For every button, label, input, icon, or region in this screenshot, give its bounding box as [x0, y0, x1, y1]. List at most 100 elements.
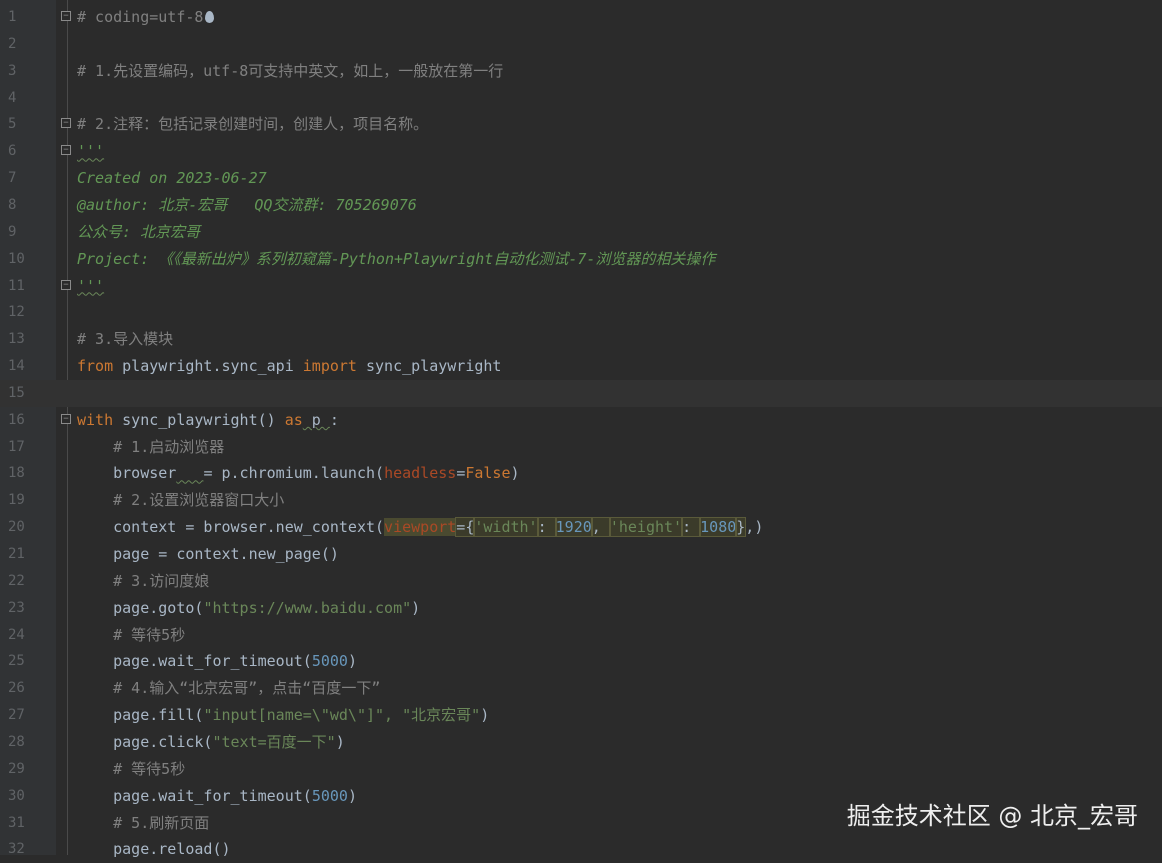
- code-token: # 1.启动浏览器: [77, 437, 225, 456]
- code-text: page.fill("input[name=\"wd\"]", "北京宏哥"): [77, 702, 489, 729]
- code-token: Project: 《《最新出炉》系列初窥篇-Python+Playwright自…: [77, 249, 716, 268]
- code-token: :: [329, 410, 339, 429]
- watermark: 掘金技术社区 @ 北京_宏哥: [846, 802, 1138, 830]
- code-line[interactable]: 4: [0, 85, 1162, 112]
- code-line[interactable]: 2: [0, 31, 1162, 58]
- code-text: # 1.启动浏览器: [77, 434, 224, 461]
- code-token: 5000: [311, 652, 348, 671]
- code-line[interactable]: 11 − ''': [0, 273, 1162, 300]
- line-number: 18: [8, 465, 25, 482]
- code-token: # 2.设置浏览器窗口大小: [77, 491, 285, 510]
- line-number: 25: [8, 653, 25, 670]
- code-text: # 5.刷新页面: [77, 810, 209, 837]
- code-token: ): [335, 732, 345, 751]
- code-token: 'height': [608, 517, 684, 538]
- code-line[interactable]: 6 − ''': [0, 138, 1162, 165]
- code-editor[interactable]: 1− # coding=utf-8 2 3 # 1.先设置编码，utf-8可支持中英文，…: [0, 0, 1162, 858]
- code-token: ): [510, 464, 520, 483]
- code-token: page = context.new_page(): [77, 545, 339, 563]
- code-token: page.wait_for_timeout(: [77, 652, 312, 671]
- code-line[interactable]: 7 Created on 2023-06-27: [0, 165, 1162, 192]
- code-token: viewport: [384, 518, 457, 537]
- code-line[interactable]: 8 @author: 北京-宏哥 QQ交流群: 705269076: [0, 192, 1162, 219]
- code-text: 公众号: 北京宏哥: [77, 219, 200, 246]
- code-text: page.reload(): [77, 836, 230, 863]
- code-text: @author: 北京-宏哥 QQ交流群: 705269076: [77, 192, 417, 219]
- code-token: 1920: [554, 517, 593, 538]
- code-token: ): [347, 652, 357, 671]
- line-number: 24: [8, 626, 25, 643]
- code-token: # coding=utf-8: [77, 8, 204, 26]
- code-line[interactable]: 26 # 4.输入“北京宏哥”，点击“百度一下”: [0, 675, 1162, 702]
- code-line[interactable]: 28 page.click("text=百度一下"): [0, 729, 1162, 756]
- code-line[interactable]: 3 # 1.先设置编码，utf-8可支持中英文，如上，一般放在第一行: [0, 58, 1162, 85]
- code-token: }: [735, 517, 747, 538]
- code-token: Created on 2023-06-27: [77, 169, 267, 188]
- code-text: # 2.注释：包括记录创建时间，创建人，项目名称。: [77, 111, 428, 138]
- code-line[interactable]: 32 page.reload(): [0, 836, 1162, 863]
- line-number: 14: [8, 358, 25, 375]
- code-token: # 等待5秒: [77, 625, 186, 644]
- fold-toggle-icon[interactable]: −: [61, 145, 71, 156]
- code-text: # 3.访问度娘: [77, 568, 209, 595]
- line-number: 27: [8, 707, 25, 724]
- code-line[interactable]: 24 # 等待5秒: [0, 622, 1162, 649]
- code-line[interactable]: 27 page.fill("input[name=\"wd\"]", "北京宏哥…: [0, 702, 1162, 729]
- code-text: Project: 《《最新出炉》系列初窥篇-Python+Playwright自…: [77, 246, 715, 273]
- code-token: page.wait_for_timeout(: [77, 786, 312, 805]
- code-text: page = context.new_page(): [77, 541, 339, 568]
- intention-bulb-icon[interactable]: [205, 11, 215, 23]
- line-number: 6: [8, 143, 17, 160]
- line-number: 32: [8, 841, 25, 858]
- code-text: context = browser.new_context(viewport={…: [77, 514, 763, 541]
- code-line[interactable]: 19 # 2.设置浏览器窗口大小: [0, 487, 1162, 514]
- code-text: # coding=utf-8: [77, 4, 215, 31]
- code-token: with: [77, 410, 114, 429]
- line-number: 4: [8, 89, 17, 106]
- code-text: browser = p.chromium.launch(headless=Fal…: [77, 460, 520, 487]
- code-line[interactable]: 22 # 3.访问度娘: [0, 568, 1162, 595]
- line-number: 21: [8, 546, 25, 562]
- line-number: 13: [8, 331, 25, 348]
- code-line[interactable]: 14 from playwright.sync_api import sync_p…: [0, 353, 1162, 380]
- code-text: page.wait_for_timeout(5000): [77, 648, 357, 675]
- code-line[interactable]: 16 − with sync_playwright() as p :: [0, 407, 1162, 434]
- code-line[interactable]: 21 page = context.new_page(): [0, 541, 1162, 568]
- code-token: 1080: [699, 517, 738, 538]
- code-line[interactable]: 25 page.wait_for_timeout(5000): [0, 648, 1162, 675]
- code-text: # 2.设置浏览器窗口大小: [77, 487, 284, 514]
- code-token: # 1.先设置编码，utf-8可支持中英文，如上，一般放在第一行: [77, 61, 504, 80]
- fold-toggle-icon[interactable]: −: [61, 11, 71, 21]
- code-line[interactable]: 29 # 等待5秒: [0, 756, 1162, 783]
- code-line[interactable]: 15: [0, 379, 1162, 407]
- code-line[interactable]: 9 公众号: 北京宏哥: [0, 219, 1162, 246]
- code-text: # 等待5秒: [77, 622, 185, 649]
- code-text: Created on 2023-06-27: [77, 165, 267, 192]
- code-line[interactable]: 18 browser = p.chromium.launch(headless=…: [0, 460, 1162, 487]
- code-token: context = browser.new_context(: [77, 518, 385, 537]
- code-token: 5000: [311, 786, 348, 805]
- code-line[interactable]: 1 − # coding=utf-8: [0, 4, 1162, 31]
- fold-toggle-icon[interactable]: −: [61, 413, 71, 424]
- fold-toggle-icon[interactable]: −: [61, 118, 71, 129]
- code-line[interactable]: 13 # 3.导入模块: [0, 326, 1162, 353]
- line-number: 16: [8, 411, 25, 428]
- code-line[interactable]: 10 Project: 《《最新出炉》系列初窥篇-Python+Playwrigh…: [0, 246, 1162, 273]
- fold-toggle-icon[interactable]: −: [61, 279, 71, 290]
- code-line[interactable]: 23 page.goto("https://www.baidu.com"): [0, 595, 1162, 622]
- line-number: 26: [8, 680, 25, 697]
- line-number: 31: [8, 814, 25, 831]
- code-line[interactable]: 17 # 1.启动浏览器: [0, 434, 1162, 461]
- line-number: 19: [8, 492, 25, 509]
- code-token: 公众号: 北京宏哥: [77, 222, 201, 241]
- code-line[interactable]: 5 − # 2.注释：包括记录创建时间，创建人，项目名称。: [0, 111, 1162, 138]
- code-token: ''': [77, 142, 105, 161]
- code-token: headless: [384, 464, 457, 483]
- code-token: :: [536, 517, 557, 538]
- code-token: :: [681, 517, 702, 538]
- code-token: # 等待5秒: [77, 759, 186, 778]
- line-number: 2: [8, 35, 17, 52]
- code-token: ): [347, 786, 357, 805]
- code-line[interactable]: 20 context = browser.new_context(viewpor…: [0, 514, 1162, 541]
- code-line[interactable]: 12: [0, 299, 1162, 326]
